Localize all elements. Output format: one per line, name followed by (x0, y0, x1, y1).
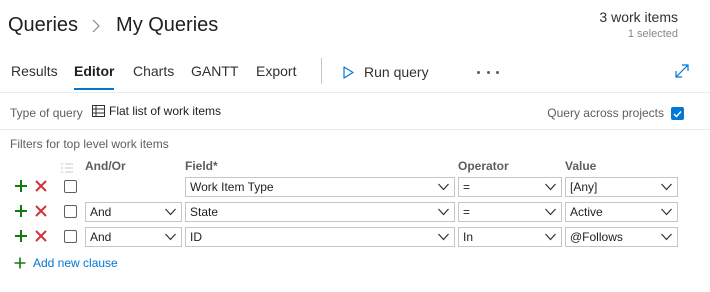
chevron-down-icon (438, 183, 449, 191)
value-value: [Any] (570, 180, 598, 194)
field-value: Work Item Type (190, 180, 274, 194)
value-dropdown[interactable]: Active (565, 202, 678, 222)
play-icon (343, 65, 354, 79)
add-new-clause-button[interactable]: Add new clause (14, 256, 118, 270)
query-type-value: Flat list of work items (109, 104, 222, 118)
field-value: State (190, 205, 219, 219)
value-value: Active (570, 205, 603, 219)
clause-row: And State = Active (0, 202, 710, 226)
value-value: @Follows (570, 230, 623, 244)
expand-icon[interactable] (674, 63, 690, 79)
tab-results[interactable]: Results (11, 56, 58, 88)
value-dropdown[interactable]: [Any] (565, 177, 678, 197)
operator-dropdown[interactable]: = (458, 177, 562, 197)
divider (0, 92, 710, 93)
group-clauses-icon (61, 160, 73, 173)
filters-label: Filters for top level work items (10, 137, 169, 151)
field-dropdown[interactable]: State (185, 202, 455, 222)
more-actions-button[interactable] (477, 56, 499, 88)
clause-checkbox[interactable] (64, 230, 77, 243)
plus-icon (14, 257, 26, 269)
field-value: ID (190, 230, 202, 244)
query-type-label: Type of query (10, 106, 83, 120)
column-header-value: Value (565, 159, 597, 173)
chevron-down-icon (545, 208, 556, 216)
list-icon (92, 105, 105, 117)
column-header-operator: Operator (458, 159, 509, 173)
chevron-down-icon (661, 208, 672, 216)
andor-dropdown[interactable]: And (85, 227, 182, 247)
run-query-label: Run query (364, 64, 429, 80)
clause-checkbox[interactable] (64, 180, 77, 193)
breadcrumb: Queries My Queries (8, 14, 218, 37)
operator-value: = (463, 180, 471, 194)
chevron-down-icon (438, 233, 449, 241)
chevron-down-icon (545, 183, 556, 191)
chevron-down-icon (661, 183, 672, 191)
chevron-down-icon (661, 233, 672, 241)
query-toolbar: Results Editor Charts GANTT Export Run q… (0, 56, 710, 90)
operator-value: = (463, 205, 471, 219)
run-query-button[interactable]: Run query (343, 56, 429, 88)
chevron-down-icon (438, 208, 449, 216)
dot-icon (486, 70, 490, 74)
query-across-projects-checkbox[interactable] (671, 107, 684, 120)
breadcrumb-current-page: My Queries (116, 14, 219, 36)
add-clause-icon[interactable] (14, 179, 28, 193)
field-dropdown[interactable]: Work Item Type (185, 177, 455, 197)
add-clause-icon[interactable] (14, 204, 28, 218)
tab-charts[interactable]: Charts (133, 56, 174, 88)
selected-count-label: 1 selected (627, 28, 678, 40)
tab-editor[interactable]: Editor (74, 56, 115, 90)
chevron-down-icon (165, 208, 176, 216)
breadcrumb-queries-link[interactable]: Queries (8, 14, 78, 37)
tab-gantt[interactable]: GANTT (191, 56, 238, 88)
column-header-andor: And/Or (85, 159, 126, 173)
column-header-field: Field* (185, 159, 218, 173)
dot-icon (496, 70, 499, 74)
andor-value: And (90, 205, 112, 219)
operator-value: In (463, 230, 474, 244)
divider (0, 129, 710, 130)
query-type-dropdown[interactable]: Flat list of work items (92, 104, 221, 118)
clause-row: Work Item Type = [Any] (0, 177, 710, 201)
remove-clause-icon[interactable] (34, 204, 48, 218)
field-dropdown[interactable]: ID (185, 227, 455, 247)
tab-export[interactable]: Export (256, 56, 296, 88)
andor-value: And (90, 230, 112, 244)
operator-dropdown[interactable]: In (458, 227, 562, 247)
chevron-down-icon (165, 233, 176, 241)
clause-row: And ID In @Follows (0, 227, 710, 251)
operator-dropdown[interactable]: = (458, 202, 562, 222)
query-across-projects-label: Query across projects (547, 106, 664, 120)
add-clause-icon[interactable] (14, 229, 28, 243)
toolbar-divider (321, 58, 322, 84)
checkmark-icon (673, 110, 682, 118)
add-new-clause-label: Add new clause (33, 256, 118, 270)
remove-clause-icon[interactable] (34, 229, 48, 243)
remove-clause-icon[interactable] (34, 179, 48, 193)
value-dropdown[interactable]: @Follows (565, 227, 678, 247)
chevron-down-icon (545, 233, 556, 241)
work-item-count-label: 3 work items (599, 9, 678, 25)
andor-dropdown[interactable]: And (85, 202, 182, 222)
clause-checkbox[interactable] (64, 205, 77, 218)
work-item-count: 3 work items 1 selected (599, 9, 678, 41)
dot-icon (477, 70, 480, 74)
chevron-right-icon (92, 19, 100, 33)
